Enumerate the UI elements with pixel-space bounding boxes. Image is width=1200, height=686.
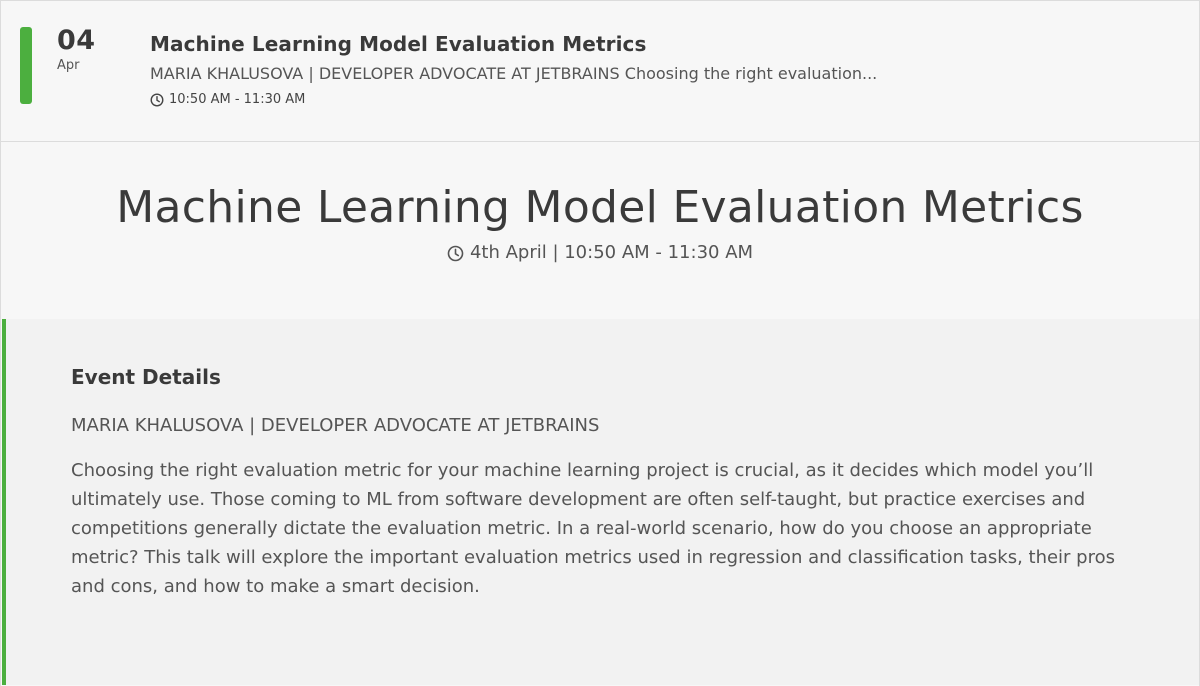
event-date: 04 Apr [57, 25, 117, 74]
event-description: Choosing the right evaluation metric for… [71, 460, 1115, 597]
event-detail-header: Machine Learning Model Evaluation Metric… [1, 142, 1199, 319]
event-datetime-row: 4th April | 10:50 AM - 11:30 AM [1, 236, 1199, 266]
event-summary: MARIA KHALUSOVA | DEVELOPER ADVOCATE AT … [150, 64, 878, 83]
event-time-label: 10:50 AM - 11:30 AM [169, 92, 306, 107]
page: 04 Apr Machine Learning Model Evaluation… [0, 0, 1200, 686]
event-list-item[interactable]: 04 Apr Machine Learning Model Evaluation… [1, 1, 1199, 142]
event-accent-bar [20, 27, 32, 104]
event-info: Machine Learning Model Evaluation Metric… [150, 31, 1169, 108]
page-title: Machine Learning Model Evaluation Metric… [116, 182, 1084, 233]
event-title[interactable]: Machine Learning Model Evaluation Metric… [150, 31, 1169, 57]
clock-icon [150, 93, 164, 107]
event-month: Apr [57, 58, 80, 73]
event-details-heading: Event Details [71, 365, 221, 389]
event-speaker: MARIA KHALUSOVA | DEVELOPER ADVOCATE AT … [71, 415, 600, 436]
event-datetime: 4th April | 10:50 AM - 11:30 AM [447, 241, 753, 265]
clock-icon [447, 245, 464, 262]
event-time: 10:50 AM - 11:30 AM [150, 92, 1169, 108]
event-datetime-label: 4th April | 10:50 AM - 11:30 AM [469, 242, 754, 263]
event-day: 04 [57, 25, 96, 56]
event-details-panel: Event Details MARIA KHALUSOVA | DEVELOPE… [2, 319, 1199, 685]
